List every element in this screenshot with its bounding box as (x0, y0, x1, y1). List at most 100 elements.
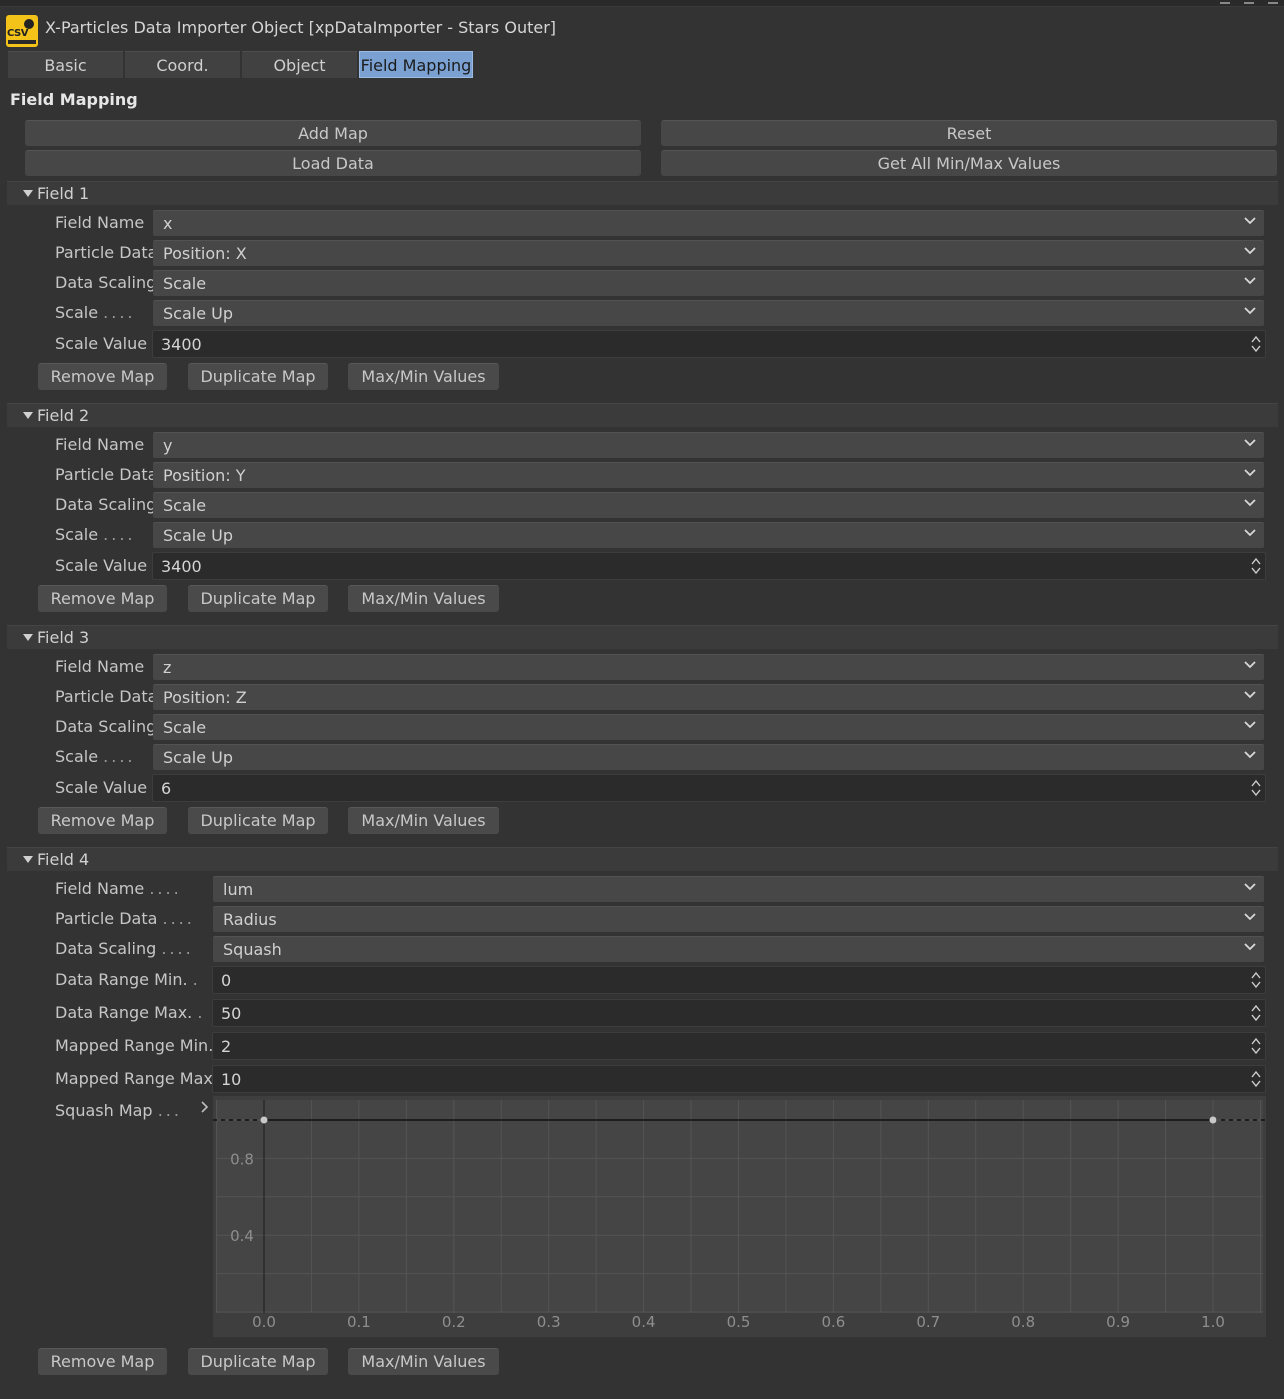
field-4-particle-data-dropdown[interactable]: Radius (213, 906, 1264, 932)
field-4-maxmin-values-button[interactable]: Max/Min Values (348, 1348, 499, 1375)
field-4-particle-data-row: Particle Data .... Radius (0, 905, 1284, 933)
x-tick-label: 0.5 (727, 1313, 751, 1331)
chevron-down-icon (1244, 277, 1256, 285)
field-1-name-row: Field Name x (0, 209, 1284, 237)
field-3-duplicate-map-button[interactable]: Duplicate Map (188, 807, 328, 834)
spinner-arrows-icon[interactable] (1251, 1069, 1261, 1089)
field-name-label: Field Name (55, 657, 145, 676)
spinner-arrows-icon[interactable] (1251, 556, 1261, 576)
spinner-arrows-icon[interactable] (1251, 1036, 1261, 1056)
field-2-data-scaling-dropdown[interactable]: Scale (153, 492, 1264, 518)
field-3-name-dropdown[interactable]: z (153, 654, 1264, 680)
particle-data-label: Particle Data (55, 687, 158, 706)
field-4-data-scaling-dropdown[interactable]: Squash (213, 936, 1264, 962)
chevron-down-icon (1244, 943, 1256, 951)
field-2-scale-value-input[interactable]: 3400 (152, 552, 1266, 580)
field-2-maxmin-values-button[interactable]: Max/Min Values (348, 585, 499, 612)
csv-object-icon: CSV (6, 15, 38, 47)
dropdown-value: lum (223, 880, 254, 899)
field-2-remove-map-button[interactable]: Remove Map (38, 585, 167, 612)
field-3-data-scaling-row: Data Scaling Scale (0, 713, 1284, 741)
dropdown-value: Position: Z (163, 688, 247, 707)
scale-value-label: Scale Value (55, 334, 148, 353)
icon-bar (8, 40, 36, 44)
particle-data-label: Particle Data .... (55, 909, 195, 928)
field-2-group-header[interactable]: Field 2 (7, 403, 1278, 427)
field-4-name-dropdown[interactable]: lum (213, 876, 1264, 902)
tab-field-mapping[interactable]: Field Mapping (359, 51, 473, 78)
spline-knot-point[interactable] (1209, 1116, 1217, 1124)
field-1-particle-data-row: Particle Data Position: X (0, 239, 1284, 267)
field-4-group-header[interactable]: Field 4 (7, 847, 1278, 871)
field-3-remove-map-button[interactable]: Remove Map (38, 807, 167, 834)
particle-data-label: Particle Data (55, 243, 158, 262)
input-value: 6 (161, 779, 172, 798)
field-1-name-dropdown[interactable]: x (153, 210, 1264, 236)
dropdown-value: y (163, 436, 173, 455)
chevron-down-icon (1244, 469, 1256, 477)
field-2-scale-dropdown[interactable]: Scale Up (153, 522, 1264, 548)
field-2-particle-data-dropdown[interactable]: Position: Y (153, 462, 1264, 488)
field-1-data-scaling-dropdown[interactable]: Scale (153, 270, 1264, 296)
field-2-name-dropdown[interactable]: y (153, 432, 1264, 458)
add-map-button[interactable]: Add Map (25, 120, 641, 146)
collapse-triangle-icon[interactable] (23, 634, 33, 641)
y-tick-label: 0.4 (230, 1227, 254, 1245)
field-2-name-row: Field Name y (0, 431, 1284, 459)
field-1-maxmin-values-button[interactable]: Max/Min Values (348, 363, 499, 390)
maximize-icon[interactable] (1268, 0, 1278, 4)
pin-icon[interactable] (1220, 0, 1230, 4)
field-1-group-header[interactable]: Field 1 (7, 181, 1278, 205)
field-4-mapped-range-min-input[interactable]: 2 (212, 1032, 1266, 1060)
chevron-down-icon (1244, 661, 1256, 669)
field-2-scale-value-row: Scale Value 3400 (0, 552, 1284, 580)
field-4-data-range-max-input[interactable]: 50 (212, 999, 1266, 1027)
reset-button[interactable]: Reset (661, 120, 1277, 146)
chevron-right-icon[interactable] (200, 1100, 210, 1114)
dropdown-value: Scale Up (163, 526, 233, 545)
field-1-scale-value-input[interactable]: 3400 (152, 330, 1266, 358)
field-3-maxmin-values-button[interactable]: Max/Min Values (348, 807, 499, 834)
lock-icon[interactable] (1244, 0, 1254, 4)
field-3-particle-data-dropdown[interactable]: Position: Z (153, 684, 1264, 710)
field-4-data-range-min-input[interactable]: 0 (212, 966, 1266, 994)
spinner-arrows-icon[interactable] (1251, 970, 1261, 990)
dropdown-value: Position: X (163, 244, 247, 263)
field-1-particle-data-dropdown[interactable]: Position: X (153, 240, 1264, 266)
collapse-triangle-icon[interactable] (23, 856, 33, 863)
data-scaling-label: Data Scaling .... (55, 939, 194, 958)
collapse-triangle-icon[interactable] (23, 412, 33, 419)
tab-basic[interactable]: Basic (8, 51, 123, 78)
tab-object[interactable]: Object (242, 51, 357, 78)
squash-map-spline-chart[interactable]: 0.0 0.1 0.2 0.3 0.4 0.5 0.6 0.7 0.8 0.9 1.0 0.4 0.8 (213, 1096, 1266, 1337)
chevron-down-icon (1244, 247, 1256, 255)
get-all-minmax-button[interactable]: Get All Min/Max Values (661, 150, 1277, 176)
field-1-duplicate-map-button[interactable]: Duplicate Map (188, 363, 328, 390)
field-4-remove-map-button[interactable]: Remove Map (38, 1348, 167, 1375)
spline-knot-point[interactable] (260, 1116, 268, 1124)
field-3-scale-dropdown[interactable]: Scale Up (153, 744, 1264, 770)
load-data-button[interactable]: Load Data (25, 150, 641, 176)
squash-map-label: Squash Map ... (55, 1101, 182, 1120)
dropdown-value: Radius (223, 910, 277, 929)
collapse-triangle-icon[interactable] (23, 190, 33, 197)
dropdown-value: Scale Up (163, 304, 233, 323)
tab-coord[interactable]: Coord. (125, 51, 240, 78)
field-1-remove-map-button[interactable]: Remove Map (38, 363, 167, 390)
input-value: 10 (221, 1070, 242, 1089)
spinner-arrows-icon[interactable] (1251, 1003, 1261, 1023)
field-1-scale-dropdown[interactable]: Scale Up (153, 300, 1264, 326)
field-4-data-range-max-row: Data Range Max. . 50 (0, 999, 1284, 1027)
field-3-data-scaling-dropdown[interactable]: Scale (153, 714, 1264, 740)
field-4-duplicate-map-button[interactable]: Duplicate Map (188, 1348, 328, 1375)
field-3-scale-value-row: Scale Value 6 (0, 774, 1284, 802)
chevron-down-icon (1244, 691, 1256, 699)
field-3-group-header[interactable]: Field 3 (7, 625, 1278, 649)
spinner-arrows-icon[interactable] (1251, 334, 1261, 354)
field-2-duplicate-map-button[interactable]: Duplicate Map (188, 585, 328, 612)
field-3-scale-value-input[interactable]: 6 (152, 774, 1266, 802)
input-value: 0 (221, 971, 232, 990)
field-4-mapped-range-max-input[interactable]: 10 (212, 1065, 1266, 1093)
spinner-arrows-icon[interactable] (1251, 778, 1261, 798)
window-controls (1220, 0, 1278, 6)
